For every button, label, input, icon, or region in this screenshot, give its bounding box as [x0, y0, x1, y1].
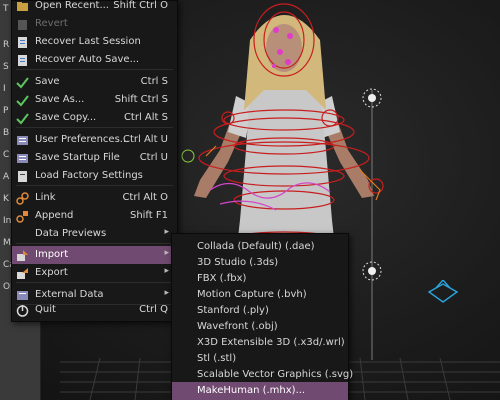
menu-item-label: Append [35, 210, 74, 221]
chevron-right-icon: ▸ [164, 266, 169, 276]
menu-item-label: Save [35, 76, 60, 87]
menu-item-shortcut: Ctrl Alt O [122, 192, 168, 203]
checkmark-icon [16, 76, 29, 89]
menu-item-shortcut: Shift Ctrl O [113, 0, 168, 11]
menu-item-open-recent[interactable]: Open Recent... Shift Ctrl O [12, 0, 177, 15]
menu-item-label: Export [35, 267, 68, 278]
menu-item-append[interactable]: Append Shift F1 [12, 207, 177, 225]
recover-auto-icon [16, 54, 29, 67]
menu-item-save-startup-file[interactable]: Save Startup File Ctrl U [12, 149, 177, 167]
import-icon [16, 249, 29, 262]
menu-item-export[interactable]: Export ▸ [12, 264, 177, 282]
open-recent-icon [16, 0, 29, 13]
menu-item-label: Revert [35, 18, 68, 29]
menu-item-shortcut: Ctrl Q [139, 304, 168, 315]
file-menu: Open Recent... Shift Ctrl O Revert Recov… [11, 0, 178, 322]
submenu-item-label: Wavefront (.obj) [197, 321, 278, 332]
menu-item-label: Link [35, 192, 56, 203]
menu-item-save-as[interactable]: Save As... Shift Ctrl S [12, 91, 177, 109]
recover-icon [16, 36, 29, 49]
menu-item-link[interactable]: Link Ctrl Alt O [12, 189, 177, 207]
menu-item-shortcut: Ctrl Alt U [122, 134, 168, 145]
submenu-item-label: X3D Extensible 3D (.x3d/.wrl) [197, 337, 345, 348]
quit-icon [16, 304, 29, 317]
lamp-empty-lower[interactable] [360, 259, 384, 283]
menu-item-label: Save Copy... [35, 112, 97, 123]
link-icon [16, 192, 29, 205]
menu-item-save[interactable]: Save Ctrl S [12, 73, 177, 91]
submenu-item-label: Motion Capture (.bvh) [197, 289, 307, 300]
export-icon [16, 267, 29, 280]
menu-item-shortcut: Ctrl Alt S [123, 112, 168, 123]
submenu-item-label: FBX (.fbx) [197, 273, 247, 284]
menu-item-shortcut: Ctrl S [140, 76, 168, 87]
append-icon [16, 210, 29, 223]
menu-item-label: Recover Auto Save... [35, 54, 140, 65]
menu-separator [16, 69, 173, 70]
submenu-item-label: Scalable Vector Graphics (.svg) [197, 369, 354, 380]
menu-item-shortcut: Ctrl U [139, 152, 168, 163]
menu-item-label: Quit [35, 304, 56, 315]
menu-item-label: Data Previews [35, 228, 107, 239]
lamp-empty-upper[interactable] [360, 86, 384, 110]
menu-item-label: Open Recent... [35, 0, 109, 11]
menu-item-label: Import [35, 249, 69, 260]
menu-item-save-copy[interactable]: Save Copy... Ctrl Alt S [12, 109, 177, 127]
checkmark-icon [16, 112, 29, 125]
menu-item-import[interactable]: Import ▸ [12, 246, 177, 264]
menu-item-label: External Data [35, 289, 104, 300]
menu-item-shortcut: Shift Ctrl S [114, 94, 168, 105]
submenu-item-label: Stanford (.ply) [197, 305, 269, 316]
menu-separator [16, 185, 173, 186]
menu-item-shortcut: Shift F1 [129, 210, 168, 221]
factory-icon [16, 170, 29, 183]
menu-item-data-previews[interactable]: Data Previews ▸ [12, 225, 177, 243]
chevron-right-icon: ▸ [164, 288, 169, 298]
submenu-item-label: 3D Studio (.3ds) [197, 257, 279, 268]
menu-separator [16, 127, 173, 128]
menu-item-label: Recover Last Session [35, 36, 141, 47]
menu-item-revert: Revert [12, 15, 177, 33]
save-startup-icon [16, 152, 29, 165]
checkmark-icon [16, 94, 29, 107]
menu-item-recover-auto-save[interactable]: Recover Auto Save... [12, 51, 177, 69]
menu-item-label: Save Startup File [35, 152, 120, 163]
camera-icon[interactable] [426, 280, 460, 306]
revert-icon [16, 18, 29, 31]
menu-item-user-preferences[interactable]: User Preferences... Ctrl Alt U [12, 131, 177, 149]
menu-separator [16, 243, 173, 244]
chevron-right-icon: ▸ [164, 227, 169, 237]
menu-item-quit[interactable]: Quit Ctrl Q [12, 301, 177, 319]
submenu-item-label: MakeHuman (.mhx)... [197, 385, 306, 396]
preferences-icon [16, 134, 29, 147]
import-item-makehuman[interactable]: MakeHuman (.mhx)... [172, 382, 348, 400]
menu-item-recover-last-session[interactable]: Recover Last Session [12, 33, 177, 51]
menu-item-load-factory-settings[interactable]: Load Factory Settings [12, 167, 177, 185]
chevron-right-icon: ▸ [164, 248, 169, 258]
menu-item-label: Load Factory Settings [35, 170, 143, 181]
menu-item-label: Save As... [35, 94, 85, 105]
submenu-item-label: Collada (Default) (.dae) [197, 241, 315, 252]
import-submenu: Collada (Default) (.dae) 3D Studio (.3ds… [171, 233, 353, 400]
submenu-item-label: Stl (.stl) [197, 353, 237, 364]
menu-item-label: User Preferences... [35, 134, 130, 145]
menu-separator [16, 282, 173, 283]
